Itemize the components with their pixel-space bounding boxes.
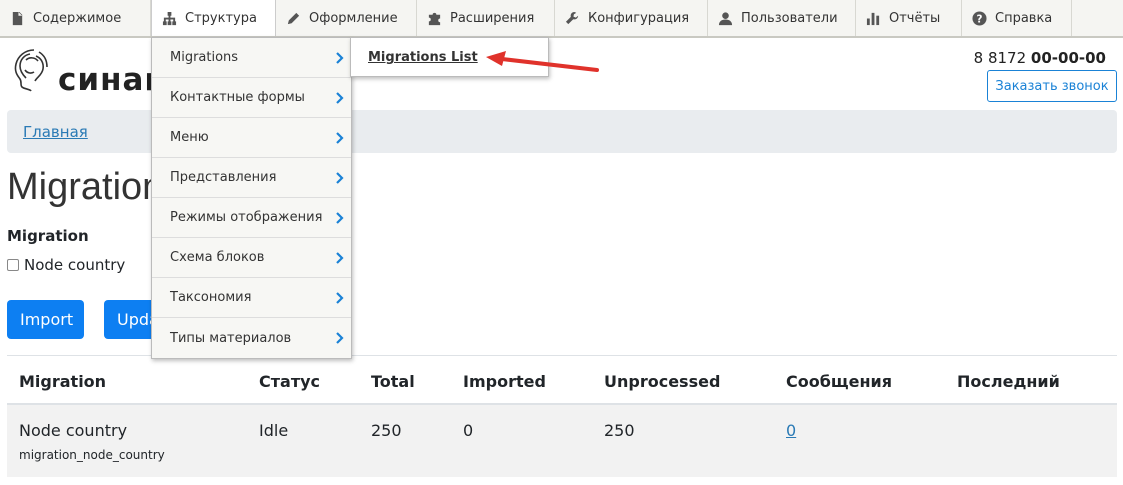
imported-cell: 0 xyxy=(463,421,474,440)
migrations-table: Migration Статус Total Imported Unproces… xyxy=(7,355,1117,477)
column-header: Total xyxy=(371,372,415,391)
chevron-right-icon xyxy=(336,292,344,304)
help-icon: ? xyxy=(972,10,987,26)
column-header: Последний xyxy=(957,372,1060,391)
unprocessed-cell: 250 xyxy=(604,421,635,440)
menu-item-label: Меню xyxy=(170,130,209,145)
brush-icon xyxy=(287,12,300,24)
chart-icon xyxy=(866,12,880,25)
chevron-right-icon xyxy=(336,92,344,104)
toolbar-item-help[interactable]: ? Справка xyxy=(962,0,1072,36)
menu-item-label: Контактные формы xyxy=(170,90,305,105)
toolbar-item-content[interactable]: Содержимое xyxy=(0,0,151,36)
chevron-right-icon xyxy=(336,252,344,264)
sitemap-icon xyxy=(162,11,177,25)
menu-item-label: Режимы отображения xyxy=(170,210,323,225)
chevron-right-icon xyxy=(336,52,344,64)
table-header-row: Migration Статус Total Imported Unproces… xyxy=(7,355,1117,405)
menu-item-block-layout[interactable]: Схема блоков xyxy=(152,238,351,278)
puzzle-icon xyxy=(428,12,441,25)
menu-item-views[interactable]: Представления xyxy=(152,158,351,198)
menu-item-label: Таксономия xyxy=(170,290,252,305)
checkbox-label: Node country xyxy=(24,256,126,274)
menu-item-display-modes[interactable]: Режимы отображения xyxy=(152,198,351,238)
toolbar-item-label: Структура xyxy=(185,10,257,26)
migration-machine-name: migration_node_country xyxy=(19,448,165,462)
menu-item-migrations[interactable]: Migrations xyxy=(152,38,351,78)
column-header: Unprocessed xyxy=(604,372,721,391)
menu-item-label: Migrations xyxy=(170,50,239,65)
annotation-arrow-icon xyxy=(486,51,599,72)
toolbar-item-label: Справка xyxy=(995,10,1053,26)
toolbar-item-label: Пользователи xyxy=(741,10,838,26)
column-header: Migration xyxy=(19,372,107,391)
toolbar-item-label: Отчёты xyxy=(889,10,941,26)
menu-item-label: Представления xyxy=(170,170,277,185)
column-header: Imported xyxy=(463,372,546,391)
svg-text:?: ? xyxy=(977,13,983,25)
phone-number: 8 8172 00-00-00 xyxy=(974,49,1106,67)
toolbar-item-label: Расширения xyxy=(450,10,535,26)
column-header: Сообщения xyxy=(786,372,892,391)
menu-item-taxonomy[interactable]: Таксономия xyxy=(152,278,351,318)
fieldset-legend: Migration xyxy=(7,227,89,245)
table-row: Node country migration_node_country Idle… xyxy=(7,405,1117,477)
toolbar-item-structure[interactable]: Структура xyxy=(151,0,276,36)
wrench-icon xyxy=(565,11,579,24)
status-cell: Idle xyxy=(259,421,289,440)
file-icon xyxy=(12,11,23,25)
toolbar-item-people[interactable]: Пользователи xyxy=(708,0,856,36)
toolbar-item-extend[interactable]: Расширения xyxy=(417,0,555,36)
messages-link[interactable]: 0 xyxy=(786,421,796,440)
column-header: Статус xyxy=(259,372,320,391)
menu-item-content-types[interactable]: Типы материалов xyxy=(152,318,351,358)
chevron-right-icon xyxy=(336,212,344,224)
toolbar-item-reports[interactable]: Отчёты xyxy=(856,0,962,36)
migration-checkbox[interactable] xyxy=(7,259,19,271)
phone-main: 00-00-00 xyxy=(1030,49,1106,67)
phone-prefix: 8 8172 xyxy=(973,49,1031,67)
chevron-right-icon xyxy=(336,332,344,344)
menu-item-label: Типы материалов xyxy=(170,330,292,346)
toolbar-item-appearance[interactable]: Оформление xyxy=(276,0,417,36)
user-icon xyxy=(718,11,733,25)
breadcrumb-home-link[interactable]: Главная xyxy=(23,123,88,141)
chevron-right-icon xyxy=(336,132,344,144)
menu-item-contact-forms[interactable]: Контактные формы xyxy=(152,78,351,118)
menu-item-label: Схема блоков xyxy=(170,250,265,265)
toolbar-item-config[interactable]: Конфигурация xyxy=(555,0,708,36)
migration-name: Node country xyxy=(19,421,128,440)
toolbar-item-label: Конфигурация xyxy=(588,10,690,26)
migration-checkbox-row: Node country xyxy=(7,256,125,274)
admin-toolbar: Содержимое Структура Оформление Расширен… xyxy=(0,0,1123,38)
menu-item-menus[interactable]: Меню xyxy=(152,118,351,158)
toolbar-item-label: Оформление xyxy=(309,10,398,26)
page-title: Migration xyxy=(7,166,164,208)
submenu-item-migrations-list[interactable]: Migrations List xyxy=(368,50,478,65)
total-cell: 250 xyxy=(371,421,402,440)
structure-dropdown-menu: Migrations Контактные формы Меню Предста… xyxy=(151,37,352,359)
import-button[interactable]: Import xyxy=(7,300,84,339)
chevron-right-icon xyxy=(336,172,344,184)
toolbar-item-label: Содержимое xyxy=(33,10,122,26)
callback-button[interactable]: Заказать звонок xyxy=(987,70,1117,102)
